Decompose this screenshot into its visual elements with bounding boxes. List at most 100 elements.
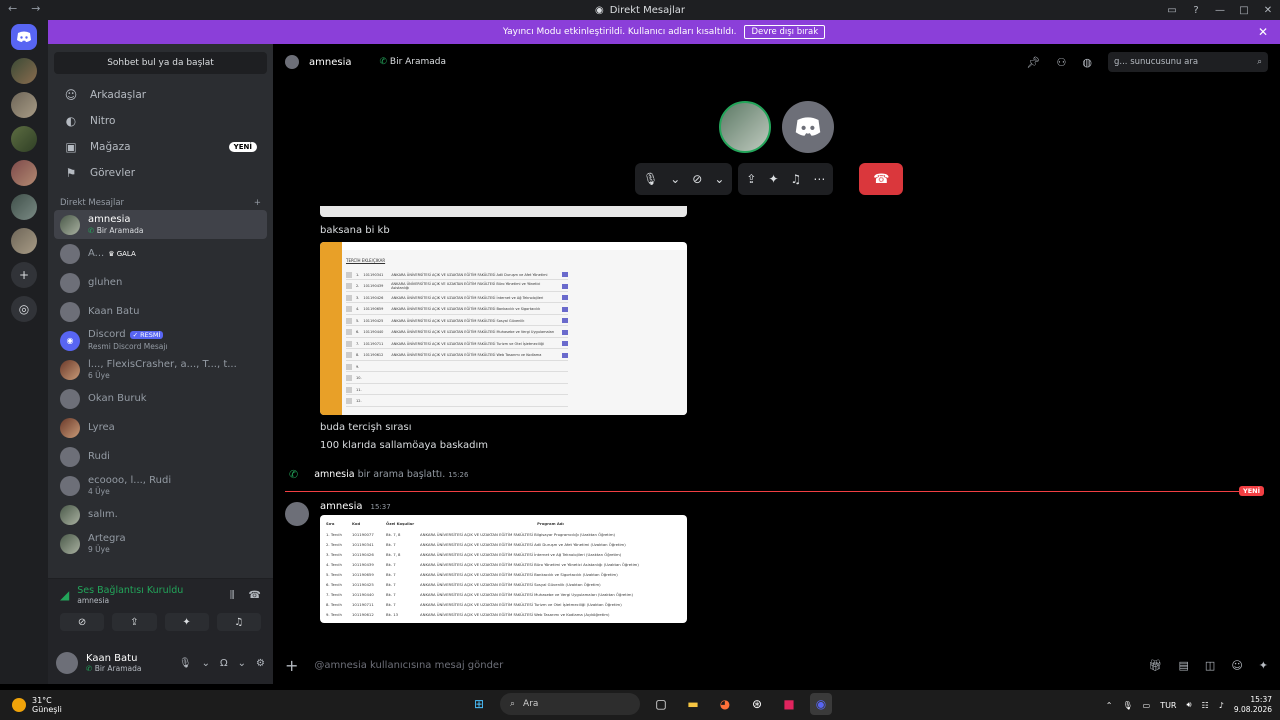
chevron-down-icon[interactable]: ⌄ [670,172,680,186]
server-icon[interactable] [11,126,37,152]
self-avatar[interactable] [782,101,834,153]
create-dm-button[interactable]: + [254,198,261,208]
soundboard-button[interactable]: ♫ [216,613,261,631]
find-conversation-button[interactable]: Sohbet bul ya da başlat [54,52,267,74]
activities-button[interactable]: ✦ [164,613,209,631]
discord-taskbar-icon[interactable]: ◉ [810,693,832,715]
emoji-icon[interactable]: ☺ [1231,659,1242,672]
chevron-down-icon[interactable]: ⌄ [238,658,246,669]
chevron-down-icon[interactable]: ⌄ [714,172,724,186]
dm-title[interactable]: amnesia [309,57,351,68]
back-arrow-icon[interactable]: ← [8,2,17,15]
dm-item[interactable]: A... ♛ GALA [54,239,267,268]
microphone-tray-icon[interactable]: 🎙︎ [1122,701,1132,710]
weather-widget[interactable]: 31°C Güneşli [0,696,62,714]
microphone-icon[interactable]: 🎙︎ [643,172,658,186]
noise-suppression-icon[interactable]: ⫼ [230,590,235,601]
gif-icon[interactable]: ▤ [1179,659,1189,672]
sticker-icon[interactable]: ◫ [1205,659,1215,672]
file-explorer-icon[interactable]: ▬ [682,693,704,715]
chevron-down-icon[interactable]: ⌄ [202,658,210,669]
language-indicator[interactable]: TUR [1160,701,1176,710]
microphone-icon[interactable]: 🎙︎ [179,658,192,669]
volume-icon[interactable]: 🔊︎ [1187,700,1192,710]
add-friends-icon[interactable]: ⚇ [1057,56,1067,69]
screen-share-icon[interactable]: ⇪ [746,172,756,186]
windows-start-icon[interactable]: ⊞ [468,693,490,715]
search-input[interactable]: g... sunucusunu ara ⌕ [1108,52,1268,72]
close-button[interactable]: ✕ [1256,0,1280,20]
camera-off-icon[interactable]: ⊘ [692,172,702,186]
chevron-up-icon[interactable]: ⌃ [1106,701,1113,710]
image-attachment[interactable]: TERCİH EKLE/ÇIKAR 1. 101190341 ANKARA ÜNİV… [320,242,687,415]
dm-item[interactable]: Kaan Batu [54,297,267,326]
server-icon[interactable] [11,160,37,186]
dm-item[interactable]: gluhen [54,268,267,297]
inbox-icon[interactable]: ▭ [1160,0,1184,20]
minimize-button[interactable]: — [1208,0,1232,20]
more-icon[interactable]: ⋯ [813,172,825,186]
call-controls: 🎙︎ ⌄ ⊘ ⌄ ⇪ ✦ ♫ ⋯ ☎ [635,163,904,195]
caller-avatar[interactable] [719,101,771,153]
avatar[interactable] [285,502,309,526]
headphones-icon[interactable]: Ω [220,658,228,669]
pin-icon[interactable]: 📌︎ [1027,56,1041,69]
discover-icon[interactable]: ◎ [11,296,37,322]
help-icon[interactable]: ? [1184,0,1208,20]
server-icon[interactable] [11,228,37,254]
dm-item-amnesia[interactable]: amnesia ✆ Bir Aramada [54,210,267,239]
network-icon[interactable]: ☷ [1202,701,1209,710]
disconnect-icon[interactable]: ☎ [249,590,261,601]
taskbar-search[interactable]: ⌕ Ara [500,693,640,715]
row-program: ANKARA ÜNİVERSİTESİ AÇIK VE UZAKTAN EĞİT… [391,353,542,357]
taskbar-search-label: Ara [523,699,539,709]
system-user[interactable]: amnesia [314,469,354,480]
sidebar-item-quests[interactable]: ⚑ Görevler [54,160,267,186]
close-icon[interactable]: ✕ [1258,25,1268,39]
maximize-button[interactable]: □ [1232,0,1256,20]
dm-item-discord[interactable]: ◉ Discord ✓ RESMİ Resmi Discord Mesajı [54,326,267,355]
message-input[interactable]: @amnesia kullanıcısına mesaj gönder [314,660,503,671]
home-button[interactable] [11,24,37,50]
clock[interactable]: 15:37 9.08.2026 [1234,695,1272,715]
task-view-icon[interactable]: ▢ [650,693,672,715]
dm-item[interactable]: Okan Buruk [54,384,267,413]
gift-icon[interactable]: 🎁︎ [1149,659,1163,672]
voice-status[interactable]: Ses Bağlantısı Kuruldu [77,585,183,596]
dm-item-group[interactable]: l..., FlexisCrasher, a..., T..., t... 6 Ü… [54,355,267,384]
dm-item-group[interactable]: Artegra 9 Üye [54,529,267,558]
sidebar-item-friends[interactable]: ☺ Arkadaşlar [54,82,267,108]
steam-icon[interactable]: ⊛ [746,693,768,715]
image-attachment[interactable]: Sıra Kod Özel Koşullar Program Adı 1. Te… [320,515,687,623]
server-icon[interactable] [11,58,37,84]
table-row: 3. 101190426 ANKARA ÜNİVERSİTESİ AÇIK VE U… [346,293,568,303]
camera-off-button[interactable]: ⊘ [60,613,105,631]
hang-up-button[interactable]: ☎ [859,163,904,195]
dm-item[interactable]: Lyrea [54,413,267,442]
server-icon[interactable] [11,92,37,118]
activities-icon[interactable]: ✦ [768,172,778,186]
profile-icon[interactable]: ◍ [1082,56,1092,69]
screen-share-button[interactable]: ⇪ [112,613,157,631]
firefox-icon[interactable]: ◕ [714,693,736,715]
add-attachment-icon[interactable]: + [285,656,298,675]
sidebar-item-nitro[interactable]: ◐ Nitro [54,108,267,134]
soundboard-icon[interactable]: ♫ [791,172,802,186]
add-server-icon[interactable]: + [11,262,37,288]
apps-icon[interactable]: ✦ [1259,659,1268,672]
server-icon[interactable] [11,194,37,220]
display-icon[interactable]: ▭ [1143,701,1151,710]
signal-icon[interactable]: ◢ [60,588,69,602]
dm-item[interactable]: salım. [54,500,267,529]
forward-arrow-icon[interactable]: → [31,2,40,15]
speaker-icon[interactable]: ♪ [1219,701,1224,710]
disable-streamer-mode-button[interactable]: Devre dışı bırak [744,25,826,39]
app-icon[interactable]: ■ [778,693,800,715]
dm-item[interactable]: Rudi [54,442,267,471]
message-author[interactable]: amnesia [320,501,362,512]
dm-item-group[interactable]: ecoooo, l..., Rudi 4 Üye [54,471,267,500]
avatar[interactable] [56,652,78,674]
gear-icon[interactable]: ⚙ [256,658,265,669]
sidebar-item-shop[interactable]: ▣ Mağaza YENİ [54,134,267,160]
image-attachment[interactable] [320,206,687,217]
